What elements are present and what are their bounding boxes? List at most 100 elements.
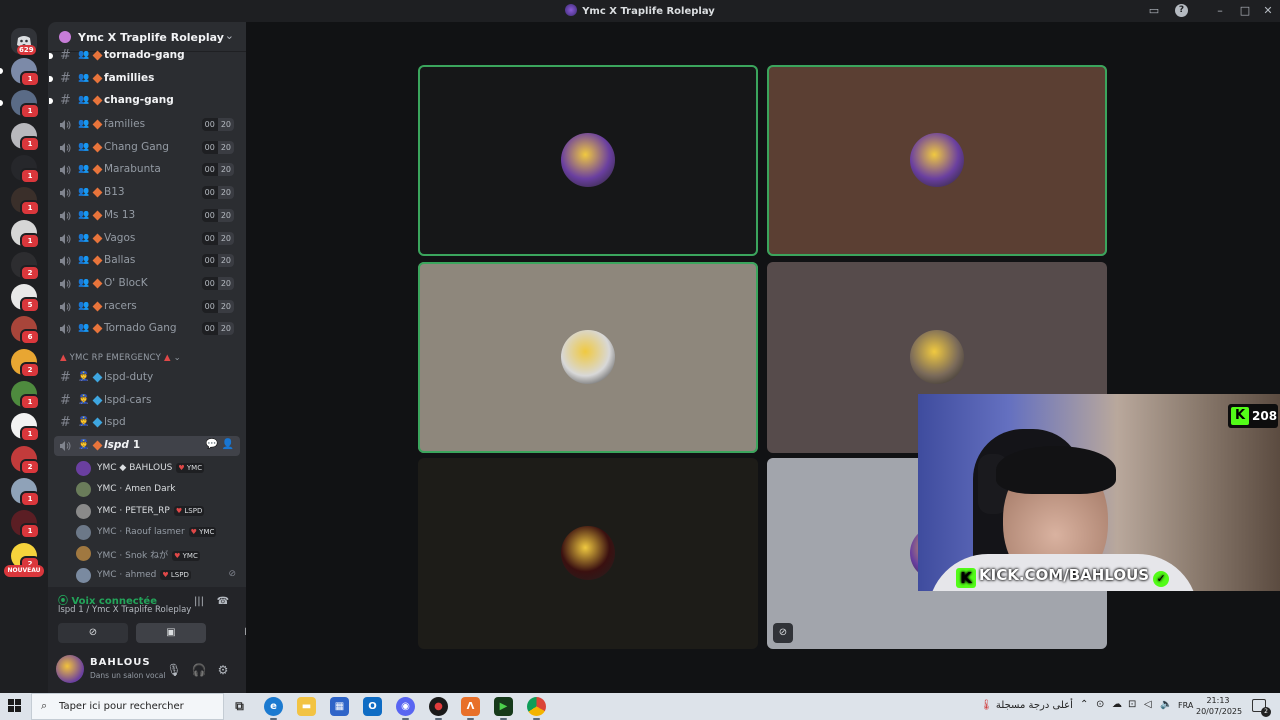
task-view-icon[interactable]: ⧉ — [230, 697, 249, 716]
network-icon[interactable]: ⊡ — [1128, 699, 1136, 710]
voice-channel[interactable]: 👥 Chang Gang 00 20 — [54, 138, 240, 158]
taskbar-clock[interactable]: 21:13 20/07/2025 — [1196, 695, 1242, 717]
member-name-text: YMC · PETER_RP — [97, 505, 170, 516]
server-icon-8[interactable]: 5 — [11, 284, 40, 314]
language-indicator[interactable]: FRA — [1178, 701, 1193, 710]
text-channel[interactable]: # 👮 lspd — [54, 413, 240, 433]
disconnect-icon[interactable]: ☎ — [216, 596, 230, 610]
voice-location[interactable]: lspd 1 / Ymc X Traplife Roleplay — [58, 605, 191, 615]
members-icon: 👥 — [78, 255, 90, 266]
active-voice-channel[interactable]: 👮 lspd 1 💬 👤 — [54, 436, 240, 456]
server-icon — [59, 31, 71, 43]
minimize-button[interactable]: – — [1212, 3, 1228, 19]
category-emergency[interactable]: ▲ YMC RP EMERGENCY ▲ ⌄ — [60, 353, 181, 363]
soundboard-icon[interactable]: ||| — [192, 596, 206, 610]
server-icon-3[interactable]: 1 — [11, 122, 40, 152]
weather-widget[interactable]: 🌡 أعلى درجة مسجلة — [980, 700, 1073, 711]
server-icon-11[interactable]: 1 — [11, 381, 40, 410]
server-icon-6[interactable]: 1 — [11, 219, 40, 249]
title-bar: Ymc X Traplife Roleplay ▭ ? – □ ✕ — [0, 0, 1280, 22]
user-avatar[interactable] — [56, 655, 84, 683]
kick-logo-icon: K — [1231, 407, 1249, 425]
voice-channel[interactable]: 👥 Ballas 00 20 — [54, 251, 240, 271]
camera-off-button[interactable]: ⊘ — [58, 623, 128, 643]
server-icon-4[interactable]: 1 — [11, 154, 40, 184]
microsoft-store-icon[interactable]: ▦ — [330, 697, 349, 716]
voice-channel[interactable]: 👥 Marabunta 00 20 — [54, 160, 240, 180]
voice-member[interactable]: YMC · ahmed ♥ LSPD ⊘ — [76, 566, 238, 586]
voice-channel[interactable]: 👥 Vagos 00 20 — [54, 229, 240, 249]
app-a-icon[interactable]: Λ — [461, 697, 480, 720]
windows-start-icon[interactable] — [8, 699, 22, 713]
voice-member[interactable]: YMC · Raouf lasmer ♥ YMC — [76, 523, 238, 543]
voice-member[interactable]: YMC · PETER_RP ♥ LSPD — [76, 502, 238, 522]
maximize-button[interactable]: □ — [1237, 3, 1253, 19]
voice-member[interactable]: YMC ◆ BAHLOUS ♥ YMC — [76, 459, 238, 479]
unread-badge: 2 — [20, 264, 40, 281]
file-explorer-icon[interactable]: ▬ — [297, 697, 316, 716]
participant-tile[interactable] — [418, 65, 758, 256]
microphone-icon[interactable]: 🎙 — [166, 662, 182, 678]
invite-user-icon[interactable]: 👤 — [222, 439, 234, 450]
participant-tile[interactable] — [418, 458, 758, 649]
outlook-icon[interactable]: O — [363, 697, 382, 716]
settings-gear-icon[interactable]: ⚙ — [215, 662, 231, 678]
server-icon-9[interactable]: 6 — [11, 316, 40, 346]
chat-icon[interactable]: 💬 — [206, 439, 218, 450]
text-channel[interactable]: # 👥 famillies — [49, 69, 240, 89]
channel-name: O' BlocK — [104, 276, 148, 289]
server-icon-2[interactable]: 1 — [11, 90, 40, 120]
server-icon-1[interactable]: 1 — [11, 58, 40, 87]
cloud-icon[interactable]: ☁ — [1112, 699, 1122, 710]
user-limit-badge: 00 20 — [201, 276, 234, 290]
game-launcher-icon[interactable]: ● — [429, 697, 448, 720]
speaker-icon[interactable]: 🔈 — [1160, 699, 1172, 710]
user-count: 00 — [201, 299, 218, 313]
participant-tile[interactable] — [767, 65, 1107, 256]
direct-messages-button[interactable]: 629 — [11, 28, 37, 55]
members-icon: 👥 — [78, 50, 90, 60]
notification-center-icon[interactable]: 2 — [1252, 699, 1271, 717]
text-channel[interactable]: # 👮 lspd-duty — [54, 368, 240, 388]
server-icon-12[interactable]: 1 — [11, 413, 40, 443]
voice-channel[interactable]: 👥 O' BlocK 00 20 — [54, 274, 240, 294]
chrome-icon[interactable] — [527, 697, 546, 720]
voice-channel[interactable]: 👥 Tornado Gang 00 20 — [54, 319, 240, 339]
taskbar-search[interactable]: ⌕ Taper ici pour rechercher — [31, 693, 224, 720]
officer-icon: 👮 — [78, 372, 90, 382]
edge-browser-icon[interactable]: e — [264, 697, 283, 720]
member-name-text: YMC · Raouf lasmer — [97, 526, 185, 537]
voice-channel[interactable]: 👥 B13 00 20 — [54, 183, 240, 203]
server-icon-13[interactable]: 2 — [11, 445, 40, 475]
server-icon-10[interactable]: 2 — [11, 348, 40, 378]
app-b-icon[interactable]: ▶ — [494, 697, 513, 720]
tray-chevron-up-icon[interactable]: ⌃ — [1080, 699, 1088, 710]
tray-app-icon[interactable]: ⊙ — [1096, 699, 1104, 710]
hash-icon: # — [60, 415, 71, 431]
voice-member[interactable]: YMC · Amen Dark — [76, 480, 238, 500]
server-icon-5[interactable]: 1 — [11, 187, 40, 217]
channel-name: Tornado Gang — [104, 322, 177, 335]
inbox-icon[interactable]: ▭ — [1146, 3, 1162, 19]
voice-channel[interactable]: 👥 families 00 20 — [54, 115, 240, 135]
participant-tile[interactable] — [418, 261, 758, 453]
text-channel[interactable]: # 👮 lspd-cars — [54, 391, 240, 411]
server-icon-14[interactable]: 1 — [11, 477, 40, 507]
text-channel[interactable]: # 👥 tornado-gang — [49, 46, 240, 66]
help-icon[interactable]: ? — [1175, 4, 1188, 17]
text-channel[interactable]: # 👥 chang-gang — [49, 91, 240, 111]
voice-channel[interactable]: 👥 racers 00 20 — [54, 297, 240, 317]
speaker-icon — [59, 164, 71, 176]
streamer-hair — [996, 446, 1116, 494]
screen-share-button[interactable]: ▣ — [136, 623, 206, 643]
volume-icon[interactable]: ◁ — [1144, 699, 1152, 710]
voice-channel[interactable]: 👥 Ms 13 00 20 — [54, 206, 240, 226]
new-badge[interactable]: NOUVEAU — [4, 565, 44, 577]
close-button[interactable]: ✕ — [1260, 3, 1276, 19]
headphones-icon[interactable]: 🎧 — [191, 662, 207, 678]
discord-app-icon[interactable]: ◉ — [396, 697, 415, 720]
server-icon-7[interactable]: 2 — [11, 251, 40, 281]
voice-member[interactable]: YMC · Snok ねが ♥ YMC — [76, 544, 238, 564]
server-icon-15[interactable]: 1 — [11, 510, 40, 540]
member-name-text: YMC · ahmed — [97, 569, 157, 580]
